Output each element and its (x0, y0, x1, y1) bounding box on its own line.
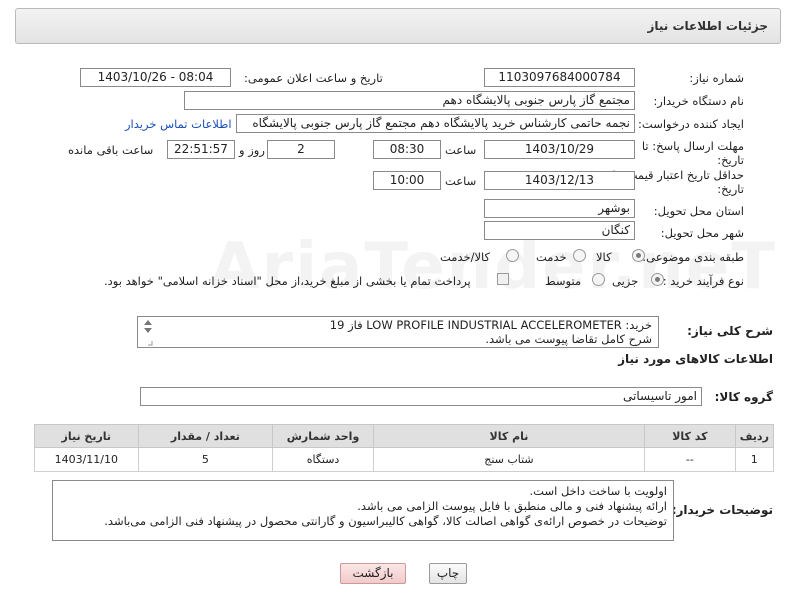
cell-need-date: 1403/11/10 (34, 447, 139, 472)
deadline-label-date: تاریخ: (717, 153, 744, 167)
return-button[interactable]: بازگشت (340, 563, 406, 584)
category-radio-both[interactable] (506, 249, 519, 262)
city-field[interactable]: کنگان (484, 221, 635, 240)
scroll-arrows-icon (144, 320, 153, 346)
payment-note: پرداخت تمام یا بخشی از مبلغ خرید،از محل … (104, 274, 471, 288)
page-title: جزئیات اطلاعات نیاز (647, 19, 768, 33)
contact-info-link[interactable]: اطلاعات تماس خریدار (125, 117, 232, 131)
deadline-date-field[interactable]: 1403/10/29 (484, 140, 635, 159)
process-label: نوع فرآیند خرید : (662, 274, 744, 288)
validity-date-field[interactable]: 1403/12/13 (484, 171, 635, 190)
column-header-code: کد کالا (644, 424, 736, 448)
description-line-2: شرح کامل تقاضا پیوست می باشد. (485, 332, 652, 346)
province-field[interactable]: بوشهر (484, 199, 635, 218)
description-textarea[interactable]: خرید: LOW PROFILE INDUSTRIAL ACCELEROMET… (137, 316, 659, 348)
category-label: طبقه بندی موضوعی: (642, 250, 744, 264)
notes-label: توضیحات خریدار: (671, 503, 773, 517)
category-option-goods: کالا (596, 250, 612, 264)
column-header-name: نام کالا (372, 424, 646, 448)
validity-label-date: تاریخ: (717, 182, 744, 196)
goods-group-field[interactable]: امور تاسیساتی (140, 387, 702, 406)
days-field[interactable]: 2 (267, 140, 335, 159)
table-header-row: ردیف کد کالا نام کالا واحد شمارش تعداد /… (34, 424, 775, 448)
category-option-service: خدمت (536, 250, 567, 264)
goods-section-title: اطلاعات کالاهای مورد نیاز (618, 352, 773, 366)
goods-table: ردیف کد کالا نام کالا واحد شمارش تعداد /… (34, 424, 775, 472)
category-option-both: کالا/خدمت (440, 250, 491, 264)
print-button[interactable]: چاپ (429, 563, 467, 584)
cell-quantity: 5 (137, 447, 274, 472)
validity-time-field[interactable]: 10:00 (373, 171, 441, 190)
category-radio-goods[interactable] (632, 249, 645, 262)
creator-field[interactable]: نجمه حاتمی کارشناس خرید پالایشگاه دهم مج… (236, 114, 635, 133)
buyer-org-label: نام دستگاه خریدار: (653, 94, 744, 108)
cell-row-number: 1 (734, 447, 775, 472)
notes-line-1: اولویت با ساخت داخل است. (529, 484, 667, 498)
payment-checkbox[interactable] (497, 273, 509, 285)
remaining-time-field[interactable]: 22:51:57 (167, 140, 235, 159)
process-radio-medium[interactable] (592, 273, 605, 286)
watermark-logo: AriaTender.neT (210, 230, 777, 304)
days-label: روز و (239, 143, 265, 157)
process-option-medium: متوسط (545, 274, 582, 288)
validity-time-label: ساعت (445, 174, 477, 188)
description-scrollbar[interactable] (141, 317, 155, 347)
buyer-org-field[interactable]: مجتمع گاز پارس جنوبی پالایشگاه دهم (184, 91, 635, 110)
deadline-time-label: ساعت (445, 143, 477, 157)
remaining-label: ساعت باقی مانده (68, 143, 154, 157)
notes-textarea[interactable]: اولویت با ساخت داخل است. ارائه پیشنهاد ف… (52, 480, 674, 541)
column-header-need-date: تاریخ نیاز (34, 424, 139, 448)
cell-name: شتاب سنج (372, 447, 646, 472)
cell-code: -- (644, 447, 736, 472)
goods-group-label: گروه کالا: (714, 390, 773, 404)
creator-label: ایجاد کننده درخواست: (638, 117, 744, 131)
process-radio-minor[interactable] (651, 273, 664, 286)
deadline-time-field[interactable]: 08:30 (373, 140, 441, 159)
province-label: استان محل تحویل: (653, 204, 744, 218)
city-label: شهر محل تحویل: (660, 226, 744, 240)
deadline-label: مهلت ارسال پاسخ: تا (641, 139, 744, 153)
process-option-minor: جزیی (612, 274, 639, 288)
column-header-unit: واحد شمارش (272, 424, 374, 448)
announce-label: تاریخ و ساعت اعلان عمومی: (244, 71, 383, 85)
announce-field[interactable]: 1403/10/26 - 08:04 (80, 68, 231, 87)
notes-line-2: ارائه پیشنهاد فنی و مالی منطبق با فایل پ… (357, 499, 667, 513)
category-radio-service[interactable] (573, 249, 586, 262)
column-header-row-number: ردیف (734, 424, 775, 448)
cell-unit: دستگاه (272, 447, 374, 472)
need-number-field[interactable]: 1103097684000784 (484, 68, 635, 87)
table-row: 1 -- شتاب سنج دستگاه 5 1403/11/10 (34, 447, 775, 472)
description-label: شرح کلی نیاز: (687, 324, 773, 338)
column-header-quantity: تعداد / مقدار (137, 424, 274, 448)
notes-line-3: توضیحات در خصوص ارائه‌ی گواهی اصالت کالا… (104, 514, 667, 528)
description-line-1: خرید: LOW PROFILE INDUSTRIAL ACCELEROMET… (329, 318, 652, 332)
header-panel: جزئیات اطلاعات نیاز (15, 8, 781, 44)
need-number-label: شماره نیاز: (689, 71, 744, 85)
